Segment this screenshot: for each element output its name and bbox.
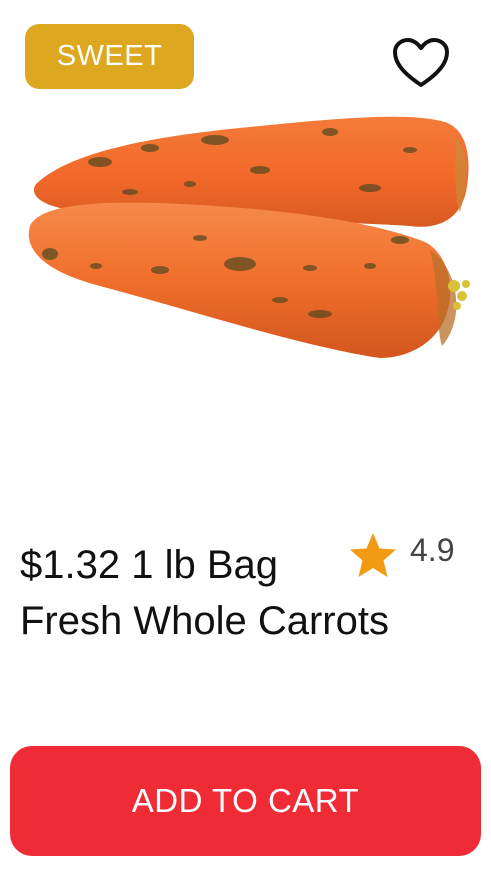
product-card: SWEET $1.32 1 lb Bag Fresh Whole Carrots… <box>0 0 491 873</box>
product-title-line2: Fresh Whole Carrots <box>20 599 389 643</box>
star-icon <box>350 533 396 577</box>
carrots-image <box>28 116 470 358</box>
rating-value: 4.9 <box>410 531 455 568</box>
sweet-badge: SWEET <box>25 24 194 89</box>
rating: 4.9 <box>346 528 454 584</box>
add-to-cart-button[interactable]: ADD TO CART <box>10 746 481 856</box>
heart-icon[interactable] <box>392 37 450 89</box>
